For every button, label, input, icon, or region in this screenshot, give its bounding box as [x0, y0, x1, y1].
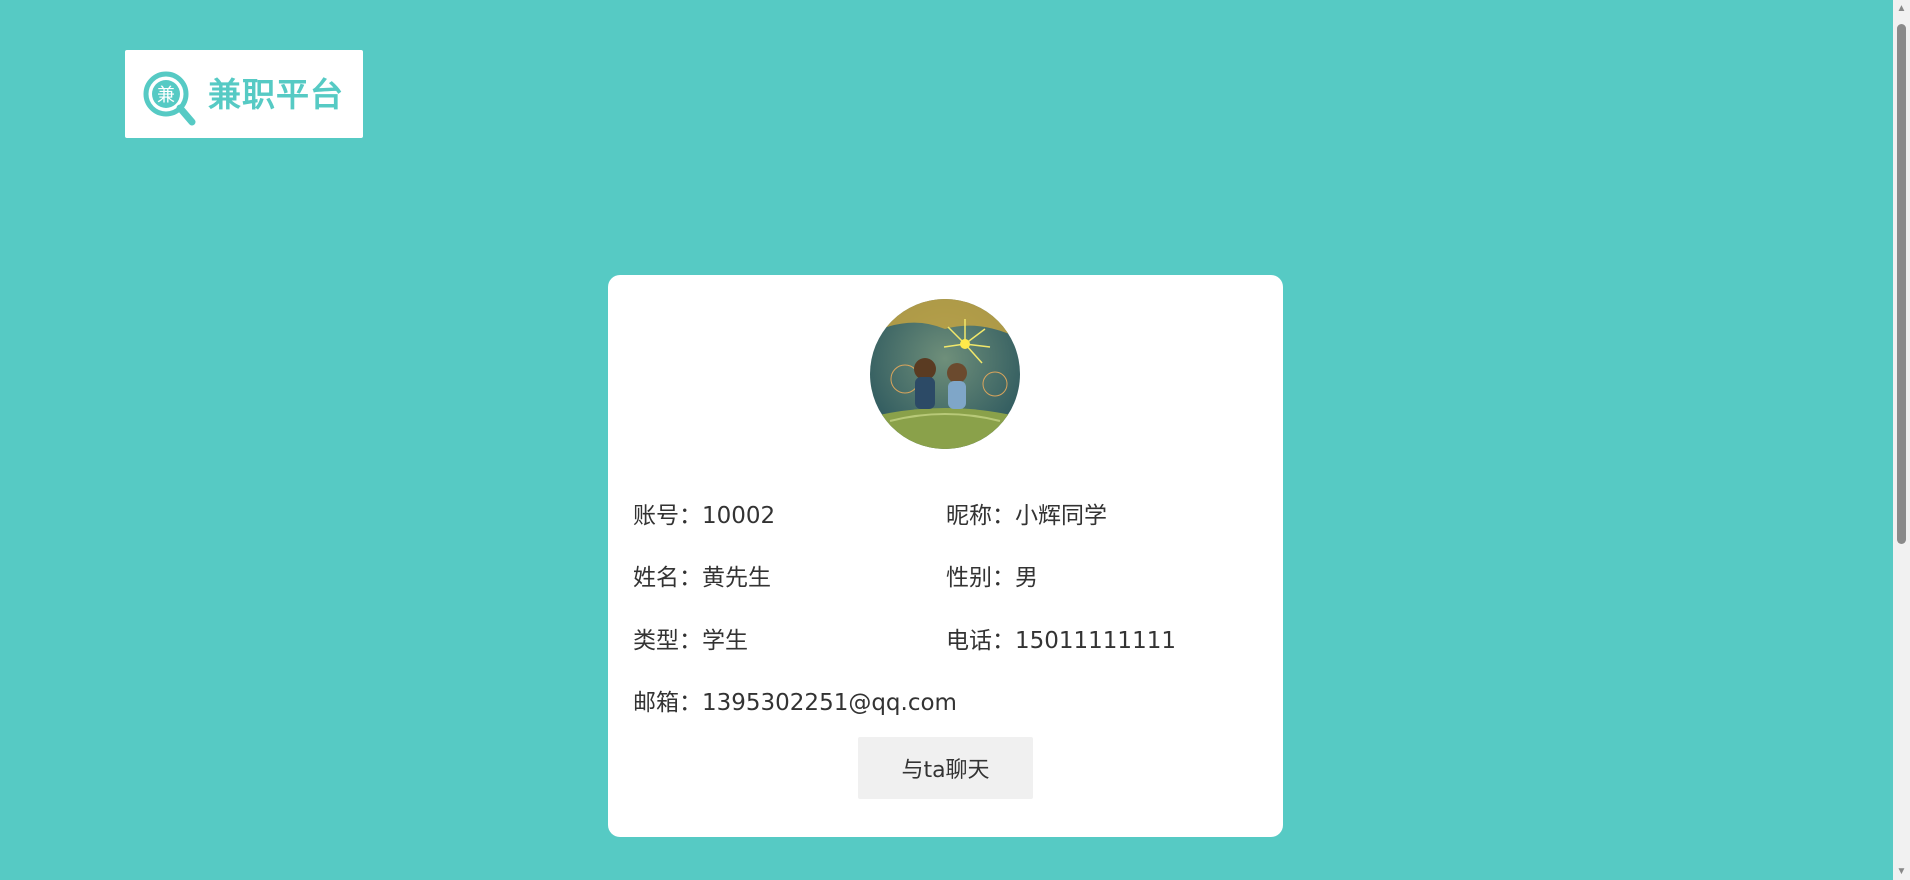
scroll-down-arrow-icon[interactable]: ▼: [1893, 863, 1910, 880]
nickname-value: 小辉同学: [1015, 503, 1107, 529]
scroll-up-arrow-icon[interactable]: ▲: [1893, 0, 1910, 17]
email-value: 1395302251@qq.com: [702, 690, 957, 716]
type-label: 类型：: [633, 628, 702, 654]
phone-row: 电话：15011111111: [946, 626, 1176, 656]
email-row: 邮箱：1395302251@qq.com: [633, 688, 957, 718]
magnifier-logo-icon: 兼: [142, 70, 198, 126]
phone-label: 电话：: [946, 628, 1015, 654]
nickname-label: 昵称：: [946, 503, 1015, 529]
name-label: 姓名：: [633, 565, 702, 591]
logo-mark-char: 兼: [157, 85, 175, 106]
site-logo[interactable]: 兼 兼职平台: [125, 50, 363, 138]
brand-name: 兼职平台: [208, 75, 344, 114]
chat-button[interactable]: 与ta聊天: [858, 737, 1033, 799]
scrollbar-thumb[interactable]: [1897, 24, 1906, 544]
account-row: 账号：10002: [633, 501, 775, 531]
account-label: 账号：: [633, 503, 702, 529]
profile-card: 账号：10002 昵称：小辉同学 姓名：黄先生 性别：男 类型：学生 电话：15…: [608, 275, 1283, 837]
gender-label: 性别：: [946, 565, 1015, 591]
phone-value: 15011111111: [1015, 628, 1176, 654]
nickname-row: 昵称：小辉同学: [946, 501, 1107, 531]
name-row: 姓名：黄先生: [633, 563, 771, 593]
type-row: 类型：学生: [633, 626, 748, 656]
scrollbar[interactable]: ▲ ▼: [1893, 0, 1910, 880]
avatar: [870, 299, 1020, 449]
email-label: 邮箱：: [633, 690, 702, 716]
name-value: 黄先生: [702, 565, 771, 591]
account-value: 10002: [702, 503, 776, 529]
gender-row: 性别：男: [946, 563, 1038, 593]
type-value: 学生: [702, 628, 748, 654]
gender-value: 男: [1015, 565, 1038, 591]
